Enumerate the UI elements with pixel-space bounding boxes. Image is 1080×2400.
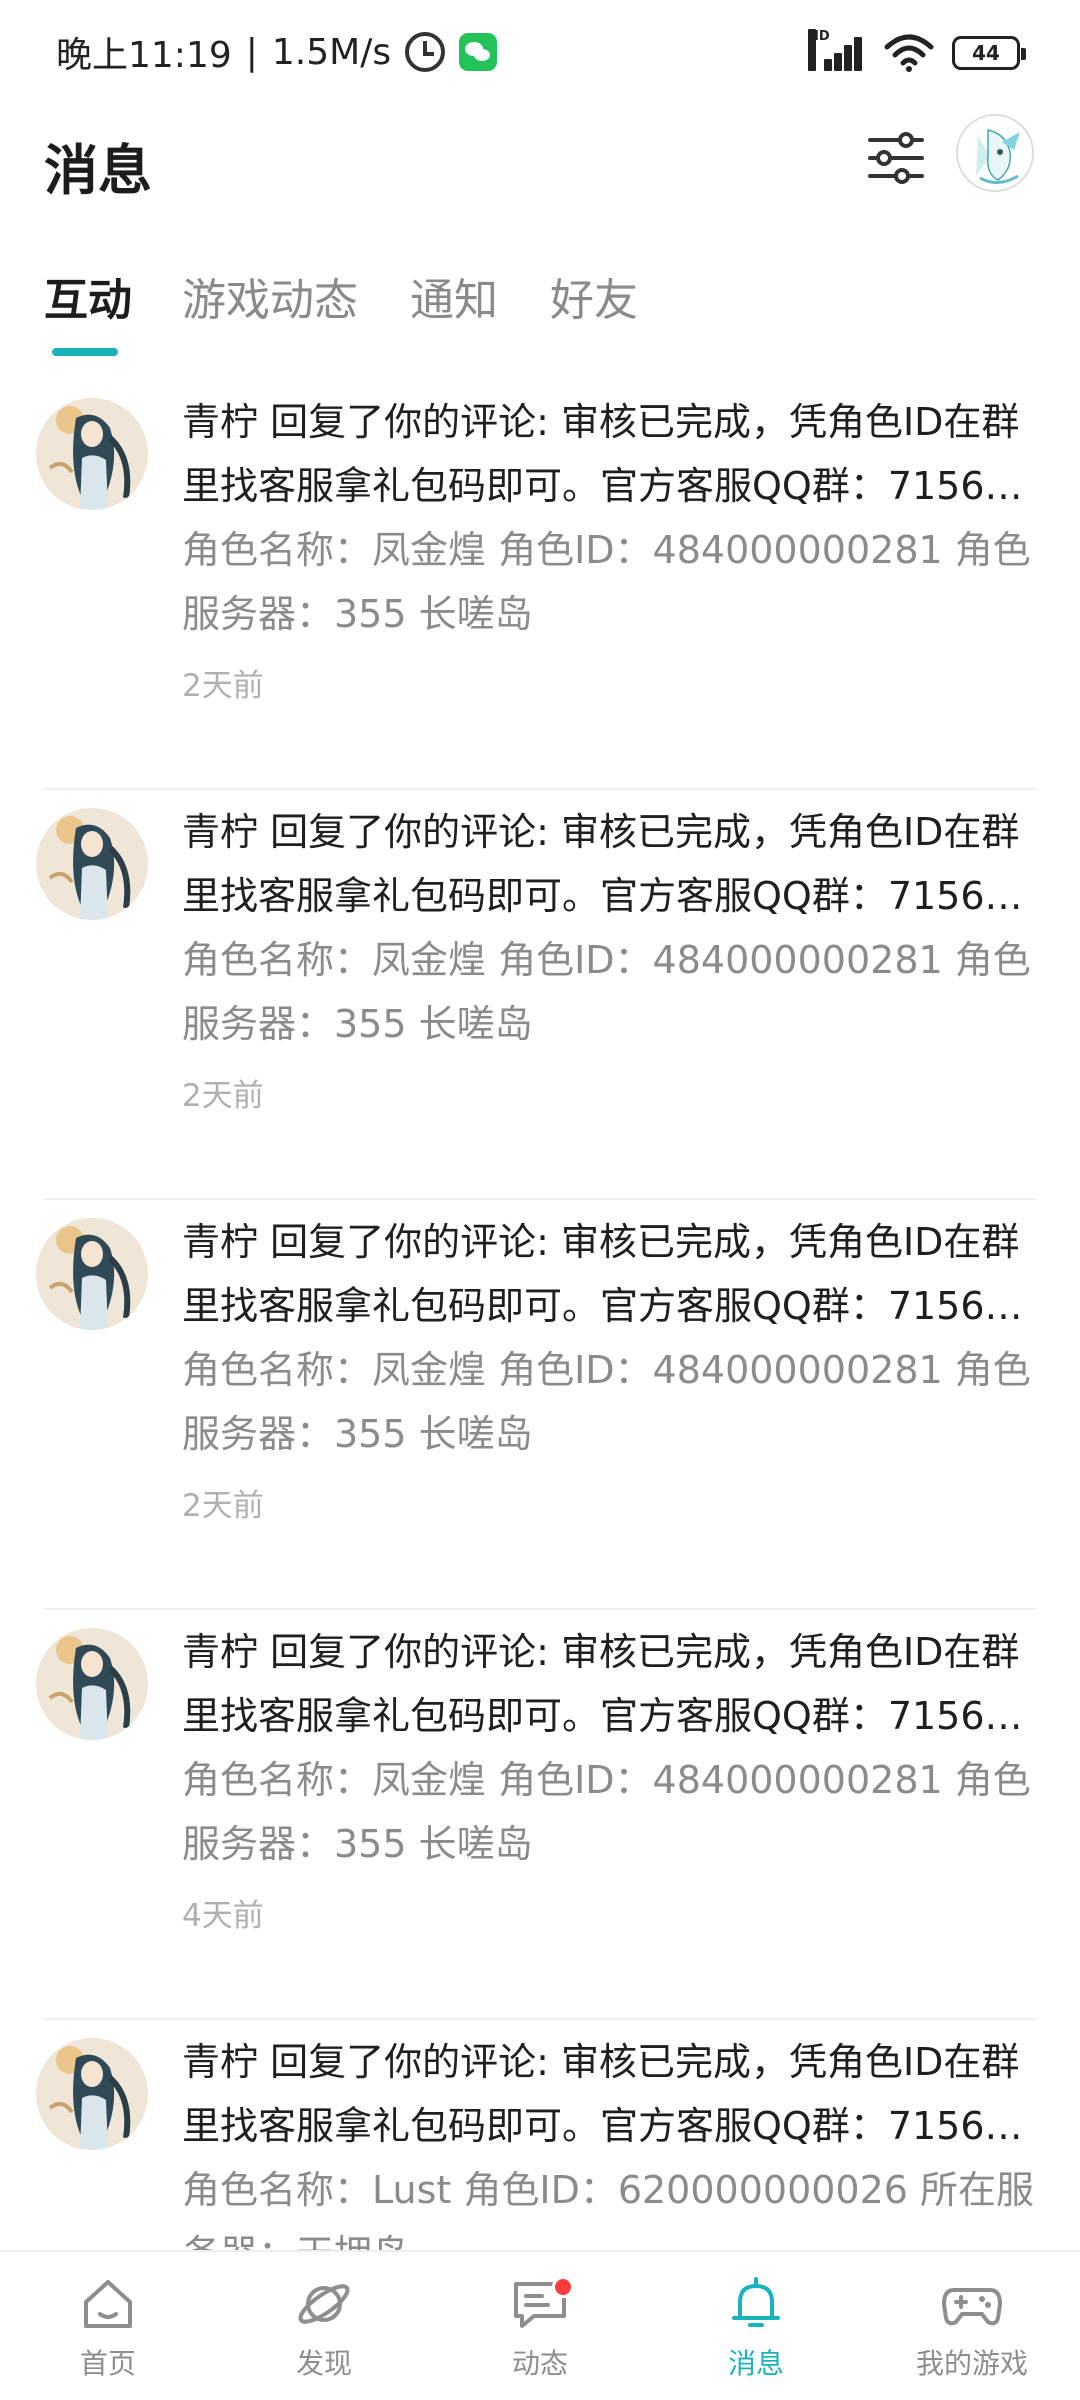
message-tabs: 互动 游戏动态 通知 好友 xyxy=(0,250,1080,360)
message-list[interactable]: 青柠 回复了你的评论: 审核已完成，凭角色ID在群 里找客服拿礼包码即可。官方客… xyxy=(0,380,1080,2250)
message-quote-line-2: 服务器：355 长嗟岛 xyxy=(182,1822,533,1866)
message-time: 4天前 xyxy=(182,1898,264,1934)
nav-feed[interactable]: 动态 xyxy=(440,2272,640,2392)
gamepad-icon xyxy=(942,2288,1002,2326)
message-reply-line-2: 里找客服拿礼包码即可。官方客服QQ群：7156… xyxy=(182,464,1023,508)
nav-home[interactable]: 首页 xyxy=(8,2272,208,2392)
bell-icon xyxy=(732,2277,780,2327)
message-time: 2天前 xyxy=(182,1078,264,1114)
message-reply-line-1: 青柠 回复了你的评论: 审核已完成，凭角色ID在群 xyxy=(182,1630,1020,1674)
message-quote-line-2: 服务器：355 长嗟岛 xyxy=(182,592,533,636)
filter-settings-icon[interactable] xyxy=(866,128,926,188)
avatar[interactable] xyxy=(36,808,148,920)
tab-interaction[interactable]: 互动 xyxy=(44,264,132,328)
nav-discover[interactable]: 发现 xyxy=(224,2272,424,2392)
status-time: 晚上11:19 xyxy=(56,35,232,76)
avatar[interactable] xyxy=(36,398,148,510)
message-content: 青柠 回复了你的评论: 审核已完成，凭角色ID在群 里找客服拿礼包码即可。官方客… xyxy=(182,2030,1042,2250)
nav-messages[interactable]: 消息 xyxy=(656,2272,856,2392)
message-quote-line-1: 角色名称：Lust 角色ID：620000000026 所在服 xyxy=(182,2168,1035,2212)
status-separator: | xyxy=(245,31,258,73)
tab-game-news[interactable]: 游戏动态 xyxy=(182,264,358,328)
message-content: 青柠 回复了你的评论: 审核已完成，凭角色ID在群 里找客服拿礼包码即可。官方客… xyxy=(182,1210,1042,1525)
battery-icon: 44 xyxy=(952,36,1026,70)
tab-notifications[interactable]: 通知 xyxy=(410,264,498,328)
page-title: 消息 xyxy=(44,139,152,202)
message-time: 2天前 xyxy=(182,668,264,704)
avatar[interactable] xyxy=(36,1628,148,1740)
message-content: 青柠 回复了你的评论: 审核已完成，凭角色ID在群 里找客服拿礼包码即可。官方客… xyxy=(182,1620,1042,1935)
list-item[interactable]: 青柠 回复了你的评论: 审核已完成，凭角色ID在群 里找客服拿礼包码即可。官方客… xyxy=(0,790,1080,1200)
message-content: 青柠 回复了你的评论: 审核已完成，凭角色ID在群 里找客服拿礼包码即可。官方客… xyxy=(182,800,1042,1115)
nav-messages-label: 消息 xyxy=(727,2347,784,2380)
list-item[interactable]: 青柠 回复了你的评论: 审核已完成，凭角色ID在群 里找客服拿礼包码即可。官方客… xyxy=(0,380,1080,790)
nav-my-games-label: 我的游戏 xyxy=(915,2347,1028,2380)
status-net-speed: 1.5M/s xyxy=(271,31,392,73)
nav-discover-label: 发现 xyxy=(295,2347,352,2380)
notification-badge xyxy=(552,2276,574,2298)
hd-label: HD xyxy=(808,29,830,71)
avatar[interactable] xyxy=(36,1218,148,1330)
message-reply-line-2: 里找客服拿礼包码即可。官方客服QQ群：7156… xyxy=(182,874,1023,918)
message-reply-line-1: 青柠 回复了你的评论: 审核已完成，凭角色ID在群 xyxy=(182,2040,1020,2084)
list-item[interactable]: 青柠 回复了你的评论: 审核已完成，凭角色ID在群 里找客服拿礼包码即可。官方客… xyxy=(0,1200,1080,1610)
nav-feed-label: 动态 xyxy=(511,2347,568,2380)
message-reply-line-2: 里找客服拿礼包码即可。官方客服QQ群：7156… xyxy=(182,1284,1023,1328)
wechat-icon xyxy=(459,33,498,71)
message-reply-line-1: 青柠 回复了你的评论: 审核已完成，凭角色ID在群 xyxy=(182,1220,1020,1264)
battery-level: 44 xyxy=(972,41,1000,65)
message-reply-line-1: 青柠 回复了你的评论: 审核已完成，凭角色ID在群 xyxy=(182,400,1020,444)
message-quote-line-2: 务器：天拥岛 xyxy=(182,2222,1042,2250)
planet-icon xyxy=(298,2284,350,2324)
status-bar: 晚上11:19 | 1.5M/s HD 44 xyxy=(0,0,1080,100)
message-quote-line-1: 角色名称：凤金煌 角色ID：484000000281 角色 xyxy=(182,938,1031,982)
message-quote-line-1: 角色名称：凤金煌 角色ID：484000000281 角色 xyxy=(182,528,1031,572)
avatar[interactable] xyxy=(36,2038,148,2150)
user-avatar[interactable] xyxy=(956,114,1034,192)
status-left: 晚上11:19 | 1.5M/s xyxy=(56,22,498,82)
message-reply-line-2: 里找客服拿礼包码即可。官方客服QQ群：7156… xyxy=(182,1694,1023,1738)
message-reply-line-2: 里找客服拿礼包码即可。官方客服QQ群：7156… xyxy=(182,2104,1023,2148)
message-content: 青柠 回复了你的评论: 审核已完成，凭角色ID在群 里找客服拿礼包码即可。官方客… xyxy=(182,390,1042,705)
message-quote-line-2: 服务器：355 长嗟岛 xyxy=(182,1002,533,1046)
nav-my-games[interactable]: 我的游戏 xyxy=(872,2272,1072,2392)
message-quote-line-2: 服务器：355 长嗟岛 xyxy=(182,1412,533,1456)
list-item[interactable]: 青柠 回复了你的评论: 审核已完成，凭角色ID在群 里找客服拿礼包码即可。官方客… xyxy=(0,1610,1080,2020)
list-item[interactable]: 青柠 回复了你的评论: 审核已完成，凭角色ID在群 里找客服拿礼包码即可。官方客… xyxy=(0,2020,1080,2250)
tab-friends[interactable]: 好友 xyxy=(550,264,638,328)
bottom-navigation: 首页 发现 动态 消息 我的游戏 xyxy=(0,2250,1080,2400)
message-time: 2天前 xyxy=(182,1488,264,1524)
header: 消息 xyxy=(0,100,1080,220)
message-reply-line-1: 青柠 回复了你的评论: 审核已完成，凭角色ID在群 xyxy=(182,810,1020,854)
status-right: HD 44 xyxy=(808,28,1026,78)
tab-active-indicator xyxy=(52,348,118,356)
message-quote-line-1: 角色名称：凤金煌 角色ID：484000000281 角色 xyxy=(182,1348,1031,1392)
home-icon xyxy=(84,2280,132,2328)
alarm-icon xyxy=(405,32,446,72)
signal-icon: HD xyxy=(808,29,866,73)
message-quote-line-1: 角色名称：凤金煌 角色ID：484000000281 角色 xyxy=(182,1758,1031,1802)
wifi-icon xyxy=(884,33,934,73)
nav-home-label: 首页 xyxy=(79,2347,136,2380)
